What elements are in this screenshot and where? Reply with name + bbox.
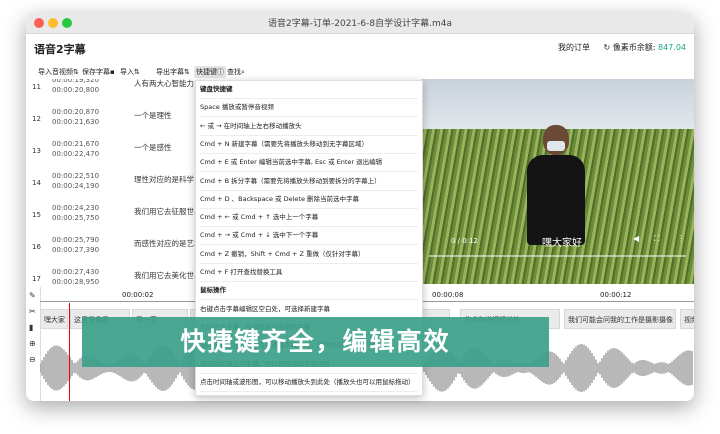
timeline-subtitle-segment[interactable]: 我们可能会问我的工作是摄影摄像 — [564, 309, 676, 329]
find-button[interactable]: 查找⌕ — [225, 66, 247, 78]
import-video-button[interactable]: 导入音视频⇅ — [36, 66, 81, 78]
shortcuts-button[interactable]: 快捷键ⓘ — [194, 66, 226, 78]
menu-item[interactable]: Cmd + F 打开查找替换工具 — [200, 264, 418, 282]
subtitle-end-time: 00:00:21,630 — [52, 118, 100, 126]
subtitle-index: 11 — [32, 83, 41, 91]
timeline-subtitle-segment[interactable]: 嘿大家 — [40, 309, 68, 329]
video-caption: 嘿大家好 — [542, 238, 582, 249]
tick-label: 00:00:08 — [432, 291, 464, 299]
volume-icon[interactable]: ◀ — [633, 234, 639, 243]
zoom-in-icon[interactable]: ⊕ — [29, 339, 36, 348]
menu-section-heading: 鼠标操作 — [200, 282, 418, 301]
scissors-icon[interactable]: ✂ — [29, 307, 36, 316]
subtitle-row[interactable]: 12 00:00:20,870 00:00:21,630 一个是理性 — [26, 105, 196, 137]
title-bar: 语音2字幕-订单-2021-6-8自学设计字幕.m4a — [26, 13, 694, 34]
tick-label: 00:00:12 — [600, 291, 632, 299]
menu-item[interactable]: Cmd + D 、Backspace 或 Delete 删除当前选中字幕 — [200, 191, 418, 209]
video-player[interactable]: 0 / 0:12 嘿大家好 ◀ ⛶ ⋮ — [421, 79, 694, 284]
menu-section-heading: 键盘快捷键 — [200, 81, 418, 99]
help-icon: ⓘ — [217, 68, 224, 76]
subtitle-list: 11 00:00:19,320 00:00:20,800 人有两大心智能力 12 00:0… — [26, 79, 196, 287]
upload-icon: ⇅ — [134, 68, 140, 76]
subtitle-row[interactable]: 14 00:00:22,510 00:00:24,190 理性对应的是科学 — [26, 169, 196, 201]
save-subtitles-button[interactable]: 保存字幕▪ — [80, 66, 117, 78]
balance-value: 847.04 — [658, 43, 686, 52]
tick-label: 00:00:02 — [122, 291, 154, 299]
subtitle-text: 我们用它去征服世界 — [134, 207, 196, 216]
app-header: 语音2字幕 我的订单 ↻ 像素币余额: 847.04 — [26, 33, 694, 63]
subtitle-index: 14 — [32, 179, 41, 187]
menu-item[interactable]: Cmd + B 拆分字幕（需要先将播放头移动到要拆分的字幕上） — [200, 173, 418, 191]
playhead[interactable] — [69, 303, 70, 401]
menu-item[interactable]: Cmd + E 或 Enter 编辑当前选中字幕, Esc 或 Enter 退出… — [200, 154, 418, 173]
menu-item[interactable]: 点击时间轴或波形图，可以移动播放头到此处（播放头也可以用鼠标拖动） — [200, 374, 418, 392]
subtitle-text: 我们用它去美化世界 — [134, 271, 196, 280]
subtitle-start-time: 00:00:27,430 — [52, 268, 100, 276]
refresh-icon[interactable]: ↻ — [604, 43, 611, 52]
subtitle-row[interactable]: 15 00:00:24,230 00:00:25,750 我们用它去征服世界 — [26, 201, 196, 233]
save-icon: ▪ — [110, 68, 115, 76]
menu-item[interactable]: Cmd + Z 撤销，Shift + Cmd + Z 重做（仅针对字幕） — [200, 246, 418, 264]
trash-icon[interactable]: ▮ — [29, 323, 33, 332]
balance: ↻ 像素币余额: 847.04 — [604, 42, 687, 53]
subtitle-end-time: 00:00:27,390 — [52, 246, 100, 254]
video-person-mask — [547, 141, 565, 151]
download-icon: ⇅ — [184, 68, 190, 76]
import-subtitles-button[interactable]: 导入⇅ — [118, 66, 142, 78]
fullscreen-icon[interactable]: ⛶ — [654, 234, 660, 244]
upload-icon: ⇅ — [73, 68, 79, 76]
pencil-icon[interactable]: ✎ — [29, 291, 36, 300]
toolbar: 导入音视频⇅ 保存字幕▪ 导入⇅ 导出字幕⇅ 快捷键ⓘ 查找⌕ — [26, 65, 694, 79]
timeline-subtitle-segment[interactable]: 视频剪辑 — [680, 309, 694, 329]
export-subtitles-button[interactable]: 导出字幕⇅ — [154, 66, 192, 78]
video-time: 0 / 0:12 — [451, 237, 478, 245]
subtitle-index: 17 — [32, 275, 41, 283]
window-title: 语音2字幕-订单-2021-6-8自学设计字幕.m4a — [268, 19, 452, 29]
subtitle-text: 一个是感性 — [134, 143, 172, 152]
menu-item[interactable]: Cmd + ← 或 Cmd + ↑ 选中上一个字幕 — [200, 209, 418, 228]
video-person — [527, 155, 585, 245]
subtitle-start-time: 00:00:25,790 — [52, 236, 100, 244]
subtitle-index: 15 — [32, 211, 41, 219]
balance-label: 像素币余额: — [612, 43, 656, 52]
my-orders-link[interactable]: 我的订单 — [558, 42, 590, 53]
subtitle-text: 而感性对应的是艺术 — [134, 239, 196, 248]
subtitle-row[interactable]: 17 00:00:27,430 00:00:28,950 我们用它去美化世界 — [26, 265, 196, 287]
subtitle-text: 人有两大心智能力 — [134, 79, 194, 88]
timeline-tools: ✎ ✂ ▮ ⊕ ⊖ — [26, 287, 41, 401]
subtitle-start-time: 00:00:19,320 — [52, 79, 100, 84]
menu-item[interactable]: Cmd + → 或 Cmd + ↓ 选中下一个字幕 — [200, 227, 418, 246]
subtitle-start-time: 00:00:21,670 — [52, 140, 100, 148]
menu-item[interactable]: ← 或 → 在时间轴上左右移动播放头 — [200, 118, 418, 136]
menu-item[interactable]: Space 播放或暂停音视频 — [200, 99, 418, 118]
subtitle-text: 一个是理性 — [134, 111, 172, 120]
subtitle-row[interactable]: 16 00:00:25,790 00:00:27,390 而感性对应的是艺术 — [26, 233, 196, 265]
zoom-out-icon[interactable]: ⊖ — [29, 355, 36, 364]
subtitle-index: 13 — [32, 147, 41, 155]
promo-banner: 快捷键齐全，编辑高效 — [82, 317, 549, 367]
menu-item[interactable]: 右键点击字幕编辑区空白处，可选择新建字幕 — [200, 301, 418, 319]
subtitle-end-time: 00:00:22,470 — [52, 150, 100, 158]
subtitle-start-time: 00:00:24,230 — [52, 204, 100, 212]
subtitle-text: 理性对应的是科学 — [134, 175, 194, 184]
menu-item[interactable]: Cmd + N 新建字幕（需要先将播放头移动到无字幕区域） — [200, 136, 418, 154]
search-icon: ⌕ — [241, 68, 245, 76]
subtitle-end-time: 00:00:24,190 — [52, 182, 100, 190]
subtitle-index: 16 — [32, 243, 41, 251]
subtitle-end-time: 00:00:25,750 — [52, 214, 100, 222]
subtitle-index: 12 — [32, 115, 41, 123]
subtitle-row[interactable]: 11 00:00:19,320 00:00:20,800 人有两大心智能力 — [26, 79, 196, 105]
more-icon[interactable]: ⋮ — [677, 234, 685, 243]
subtitle-row[interactable]: 13 00:00:21,670 00:00:22,470 一个是感性 — [26, 137, 196, 169]
subtitle-end-time: 00:00:20,800 — [52, 86, 100, 94]
subtitle-end-time: 00:00:28,950 — [52, 278, 100, 286]
brand-title: 语音2字幕 — [34, 43, 86, 56]
video-progress-bar[interactable] — [429, 255, 686, 257]
subtitle-start-time: 00:00:22,510 — [52, 172, 100, 180]
subtitle-start-time: 00:00:20,870 — [52, 108, 100, 116]
